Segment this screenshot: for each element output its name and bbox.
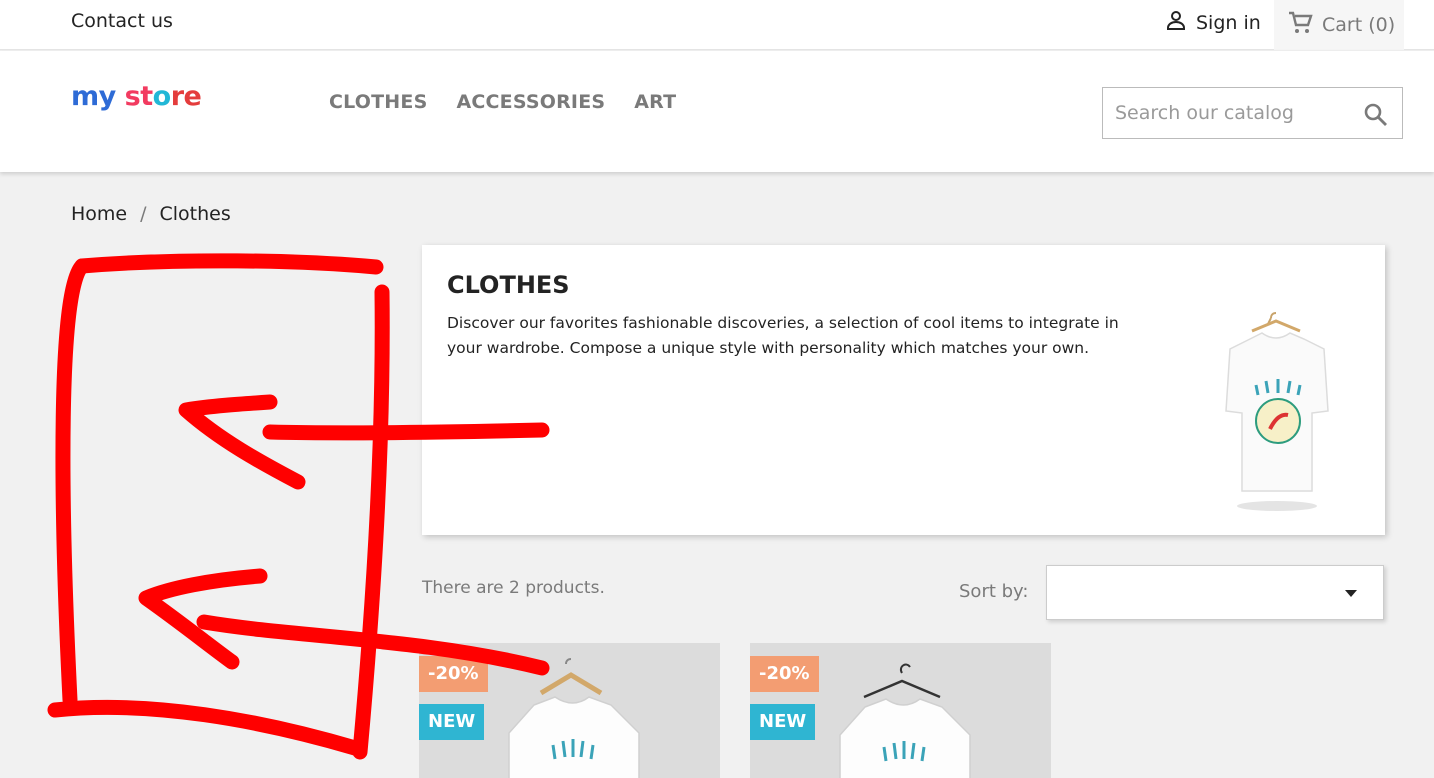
category-description: Discover our favorites fashionable disco… — [447, 314, 1119, 357]
search-input[interactable] — [1115, 100, 1355, 126]
breadcrumb-separator: / — [140, 203, 147, 225]
breadcrumb-home[interactable]: Home — [71, 203, 127, 225]
annotation-arrow-upper-head — [178, 394, 306, 490]
search-box — [1102, 87, 1403, 139]
discount-badge: -20% — [419, 656, 488, 692]
new-badge: NEW — [750, 704, 816, 740]
product-card[interactable]: -20% NEW — [750, 643, 1051, 778]
annotation-box-right — [352, 284, 390, 760]
breadcrumb: Home / Clothes — [71, 203, 231, 225]
annotation-box-left — [55, 258, 90, 708]
sort-label: Sort by: — [959, 581, 1029, 602]
search-icon[interactable] — [1363, 102, 1389, 132]
nav-accessories[interactable]: ACCESSORIES — [456, 91, 605, 113]
sign-in-label: Sign in — [1196, 11, 1261, 34]
product-card[interactable]: -20% NEW — [419, 643, 720, 778]
product-count: There are 2 products. — [422, 578, 605, 598]
sign-in-link[interactable]: Sign in — [1164, 8, 1261, 37]
cart-button[interactable]: Cart (0) — [1274, 0, 1404, 50]
annotation-arrow-lower-head — [138, 568, 268, 670]
nav-art[interactable]: ART — [634, 91, 676, 113]
category-title: CLOTHES — [447, 271, 570, 299]
person-icon — [1164, 8, 1188, 37]
new-badge: NEW — [419, 704, 485, 740]
breadcrumb-clothes[interactable]: Clothes — [160, 203, 231, 225]
top-bar: Contact us Sign in Cart (0) — [0, 0, 1434, 50]
nav-clothes[interactable]: CLOTHES — [329, 91, 427, 113]
annotation-box-top — [74, 253, 384, 275]
product-image — [820, 653, 990, 778]
cart-icon — [1288, 11, 1314, 40]
discount-badge: -20% — [750, 656, 819, 692]
contact-us-link[interactable]: Contact us — [71, 10, 173, 32]
category-header-card: CLOTHES Discover our favorites fashionab… — [422, 245, 1385, 535]
store-logo[interactable]: my store — [71, 81, 202, 112]
header: my store CLOTHES ACCESSORIES ART — [0, 51, 1434, 172]
cart-label: Cart (0) — [1322, 14, 1396, 36]
product-image — [489, 653, 659, 778]
annotation-box-bottom — [47, 699, 363, 756]
category-image — [1212, 311, 1342, 525]
caret-down-icon — [1345, 590, 1357, 597]
sort-select[interactable] — [1046, 565, 1384, 620]
main-nav: CLOTHES ACCESSORIES ART — [329, 91, 676, 113]
